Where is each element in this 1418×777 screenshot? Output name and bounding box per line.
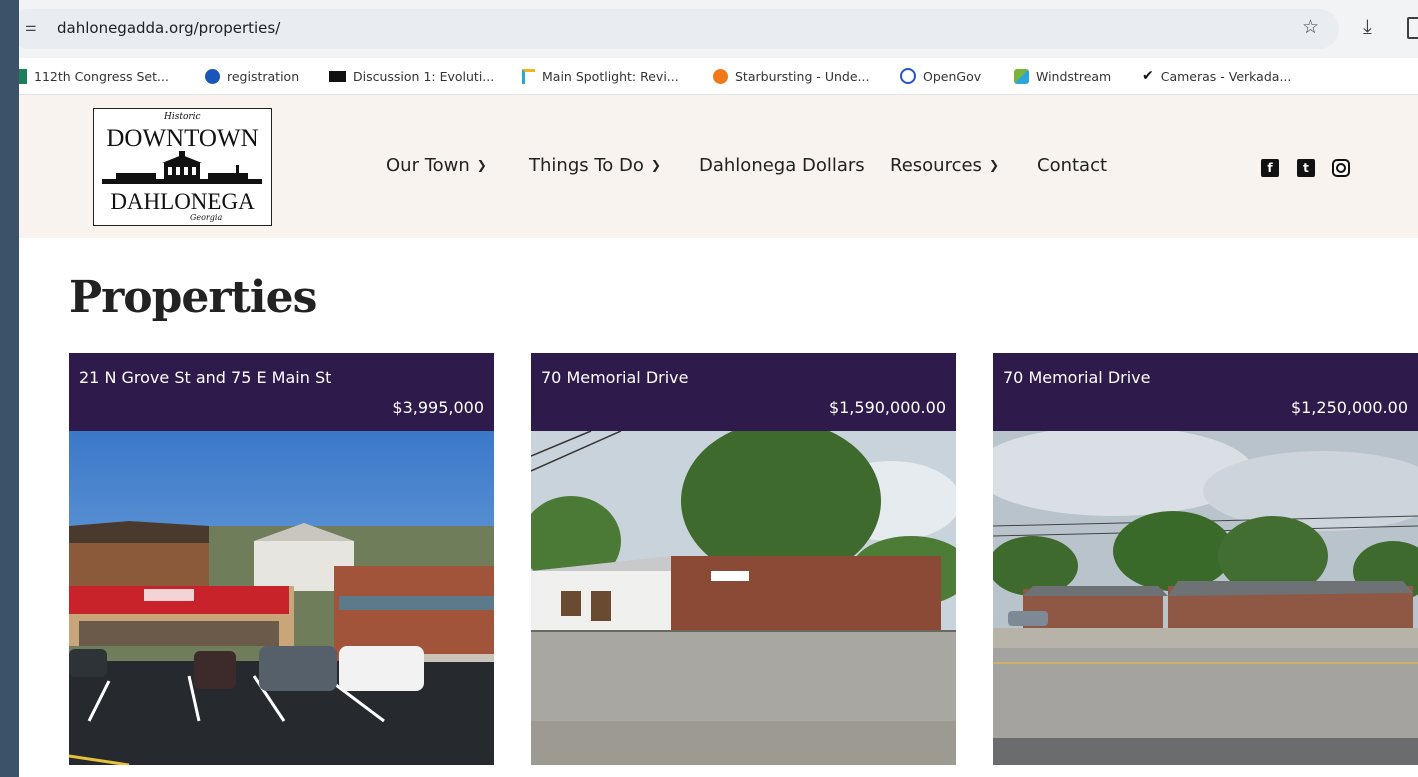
starbursting-icon: [713, 68, 728, 84]
property-address: 21 N Grove St and 75 E Main St: [79, 368, 332, 387]
chevron-down-icon: ❯: [650, 158, 661, 172]
logo-script-bottom: Georgia: [190, 213, 223, 222]
property-card[interactable]: 21 N Grove St and 75 E Main St $3,995,00…: [69, 353, 494, 765]
property-photo[interactable]: [69, 431, 494, 765]
site-header: Historic DOWNTOWN DAHLONEGA Georgia Our …: [19, 95, 1418, 238]
page-title: Properties: [69, 272, 317, 323]
bookmark-registration[interactable]: registration: [205, 58, 299, 94]
property-price: $1,250,000.00: [1290, 398, 1408, 417]
browser-window: ⚌ dahlonegadda.org/properties/ ☆ ⤓ 112th…: [19, 0, 1418, 777]
property-photo[interactable]: [993, 431, 1418, 765]
card-header: 70 Memorial Drive $1,250,000.00: [993, 353, 1418, 431]
nav-our-town[interactable]: Our Town ❯: [386, 155, 487, 176]
bookmark-label: Discussion 1: Evoluti...: [353, 68, 495, 84]
download-icon[interactable]: ⤓: [1363, 14, 1372, 38]
bookmark-opengov[interactable]: OpenGov: [900, 58, 981, 94]
nav-contact[interactable]: Contact: [1037, 155, 1107, 176]
nav-things-to-do[interactable]: Things To Do ❯: [529, 155, 661, 176]
bookmark-starbursting[interactable]: Starbursting - Unde...: [713, 58, 869, 94]
spotlight-icon: [522, 68, 535, 84]
congress-icon: [19, 68, 27, 84]
bookmark-label: OpenGov: [923, 68, 982, 84]
property-address: 70 Memorial Drive: [541, 368, 689, 387]
windstream-icon: [1014, 68, 1029, 84]
bookmark-verkada[interactable]: ✔ Cameras - Verkada...: [1142, 58, 1291, 94]
property-photo[interactable]: [531, 431, 956, 765]
property-price: $3,995,000: [392, 398, 484, 417]
verkada-icon: ✔: [1142, 68, 1154, 84]
property-address: 70 Memorial Drive: [1003, 368, 1151, 387]
property-price: $1,590,000.00: [828, 398, 946, 417]
registration-icon: [205, 68, 220, 84]
instagram-icon[interactable]: [1332, 159, 1350, 177]
bookmark-label: Cameras - Verkada...: [1160, 68, 1292, 84]
nav-resources[interactable]: Resources ❯: [890, 155, 999, 176]
nav-dahlonega-dollars[interactable]: Dahlonega Dollars: [699, 155, 865, 176]
property-card[interactable]: 70 Memorial Drive $1,590,000.00: [531, 353, 956, 765]
address-bar: ⚌ dahlonegadda.org/properties/ ☆ ⤓: [19, 0, 1418, 58]
nav-label: Things To Do: [529, 155, 644, 176]
nav-label: Resources: [890, 155, 982, 176]
bookmark-windstream[interactable]: Windstream: [1014, 58, 1111, 94]
d2l-icon: [329, 70, 346, 82]
bookmark-label: Starbursting - Unde...: [735, 68, 870, 84]
side-panel-icon[interactable]: [1407, 17, 1418, 39]
logo-script-top: Historic: [164, 112, 201, 122]
courthouse-skyline-icon: [102, 151, 262, 184]
bookmark-label: Main Spotlight: Revi...: [542, 68, 679, 84]
card-header: 21 N Grove St and 75 E Main St $3,995,00…: [69, 353, 494, 431]
chevron-down-icon: ❯: [476, 158, 487, 172]
url-text[interactable]: dahlonegadda.org/properties/: [57, 19, 280, 37]
bookmark-label: 112th Congress Set...: [34, 68, 169, 84]
property-card[interactable]: 70 Memorial Drive $1,250,000.00: [993, 353, 1418, 765]
bookmark-congress[interactable]: 112th Congress Set...: [19, 58, 169, 94]
opengov-icon: [900, 68, 916, 84]
bookmark-label: registration: [227, 68, 300, 84]
bookmark-spotlight[interactable]: Main Spotlight: Revi...: [522, 58, 679, 94]
nav-label: Dahlonega Dollars: [699, 155, 865, 176]
bookmark-discussion[interactable]: Discussion 1: Evoluti...: [329, 58, 494, 94]
nav-label: Contact: [1037, 155, 1108, 176]
logo-line-1: DOWNTOWN: [106, 125, 259, 152]
site-info-icon[interactable]: ⚌: [25, 20, 41, 36]
card-header: 70 Memorial Drive $1,590,000.00: [531, 353, 956, 431]
logo-line-2: DAHLONEGA: [110, 189, 255, 214]
facebook-icon[interactable]: f: [1261, 159, 1279, 177]
bookmarks-bar: 112th Congress Set... registration Discu…: [19, 58, 1418, 95]
chevron-down-icon: ❯: [988, 158, 999, 172]
site-logo[interactable]: Historic DOWNTOWN DAHLONEGA Georgia: [93, 108, 272, 226]
nav-label: Our Town: [386, 155, 470, 176]
star-icon[interactable]: ☆: [1302, 16, 1319, 38]
bookmark-label: Windstream: [1036, 68, 1112, 84]
twitter-icon[interactable]: t: [1297, 159, 1315, 177]
